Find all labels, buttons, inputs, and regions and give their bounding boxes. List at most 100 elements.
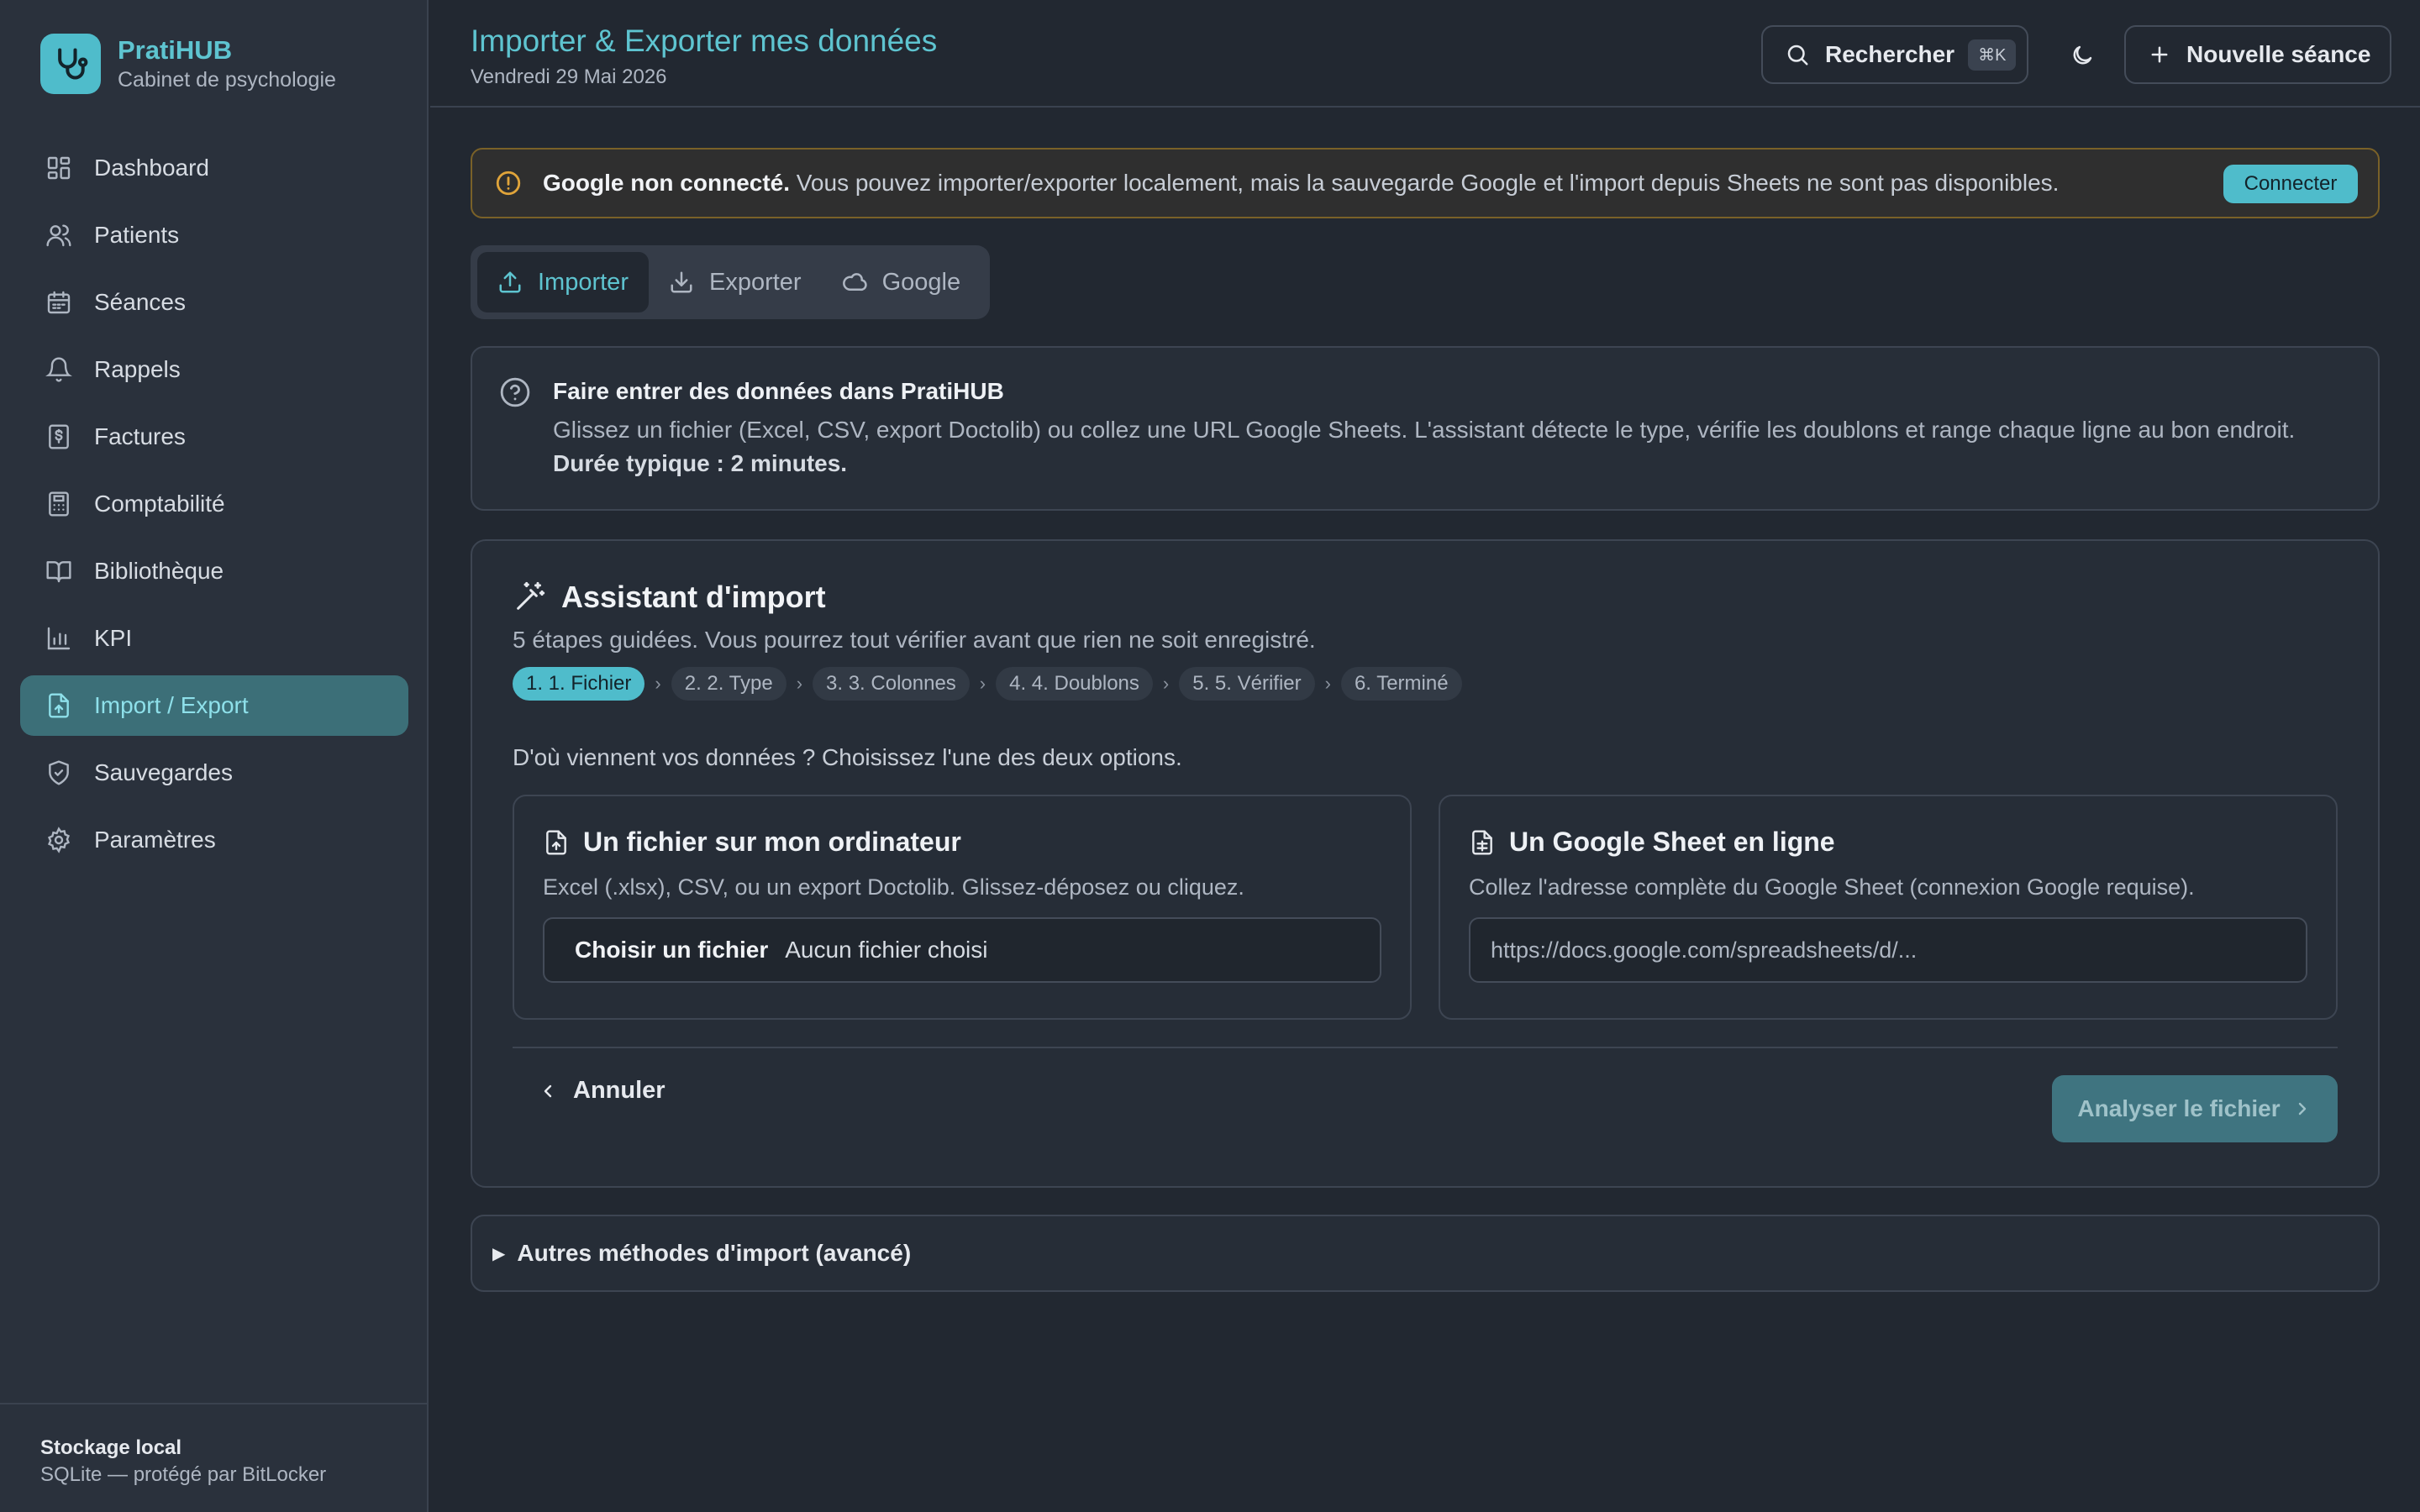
sidebar-item-factures[interactable]: Factures [20,407,408,467]
google-warning-alert: Google non connecté. Vous pouvez importe… [471,148,2380,218]
sidebar-item-label: Factures [94,423,186,449]
sidebar-item-label: Comptabilité [94,491,225,517]
source-options: Un fichier sur mon ordinateur Excel (.xl… [513,795,2338,1020]
file-source-option[interactable]: Un fichier sur mon ordinateur Excel (.xl… [513,795,1412,1020]
gear-icon [47,827,71,853]
download-icon [671,271,692,293]
info-title: Faire entrer des données dans PratiHUB [553,378,1004,404]
wizard-title-text: Assistant d'import [561,580,826,614]
theme-toggle-button[interactable] [2055,29,2109,82]
page-title: Importer & Exporter mes données [471,24,938,58]
sidebar-item-parametres[interactable]: Paramètres [20,810,408,870]
sidebar-item-sauvegardes[interactable]: Sauvegardes [20,743,408,803]
import-export-tabs: Importer Exporter Google [471,245,990,319]
search-button[interactable]: Rechercher ⌘K [1761,25,2028,84]
file-upload-icon [546,829,566,855]
step-separator: › [1162,673,1170,694]
sidebar-item-label: Patients [94,222,180,248]
brand[interactable]: PratiHUB Cabinet de psychologie [40,34,336,94]
choose-file-button[interactable]: Choisir un fichier [575,937,768,963]
brand-name: PratiHUB [118,35,233,65]
cancel-button[interactable]: Annuler [538,1077,666,1105]
step-type: 2. 2. Type [671,667,786,701]
advanced-import-toggle[interactable]: ▶ Autres méthodes d'import (avancé) [471,1215,2380,1292]
analyze-file-button[interactable]: Analyser le fichier [2052,1075,2338,1142]
connect-button[interactable]: Connecter [2223,165,2358,203]
sheet-option-desc: Collez l'adresse complète du Google Shee… [1469,874,2195,900]
file-option-desc: Excel (.xlsx), CSV, ou un export Doctoli… [543,874,1244,900]
step-doublons: 4. 4. Doublons [996,667,1153,701]
sidebar-item-dashboard[interactable]: Dashboard [20,138,408,198]
analyze-label: Analyser le fichier [2077,1095,2281,1121]
info-body: Glissez un fichier (Excel, CSV, export D… [553,413,2344,480]
step-fichier: 1. 1. Fichier [513,667,645,701]
tab-importer[interactable]: Importer [477,252,649,312]
plus-icon [2151,46,2168,63]
sidebar-item-comptabilite[interactable]: Comptabilité [20,474,408,534]
moon-icon [2073,45,2092,65]
step-colonnes: 3. 3. Colonnes [813,667,970,701]
sheet-option-title-text: Un Google Sheet en ligne [1509,827,1835,857]
sidebar-item-kpi[interactable]: KPI [20,608,408,669]
file-import-icon [49,693,69,718]
step-separator: › [979,673,986,694]
upload-icon [499,271,521,293]
search-shortcut: ⌘K [1968,39,2017,71]
step-verifier: 5. 5. Vérifier [1179,667,1315,701]
cloud-icon [842,273,867,291]
sidebar-item-label: Bibliothèque [94,558,224,584]
info-body-text: Glissez un fichier (Excel, CSV, export D… [553,417,2296,443]
alert-message: Google non connecté. Vous pouvez importe… [543,170,2059,197]
search-label: Rechercher [1825,41,1955,67]
sheet-option-title: Un Google Sheet en ligne [1469,827,2307,858]
new-session-label: Nouvelle séance [2186,41,2371,67]
sidebar: PratiHUB Cabinet de psychologie Dashboar… [0,0,429,1512]
dashboard-icon [47,156,71,180]
storage-title: Stockage local [40,1436,182,1459]
chevron-left-icon [544,1084,552,1097]
sidebar-item-import-export[interactable]: Import / Export [20,675,408,736]
sidebar-item-seances[interactable]: Séances [20,272,408,333]
sidebar-item-label: Sauvegardes [94,759,234,785]
disclosure-triangle-icon: ▶ [492,1244,506,1263]
help-circle-icon [500,377,530,407]
bar-chart-icon [47,627,71,650]
sidebar-item-label: Import / Export [94,692,249,718]
bell-icon [45,357,72,382]
sheet-source-option[interactable]: Un Google Sheet en ligne Collez l'adress… [1439,795,2338,1020]
tab-exporter[interactable]: Exporter [649,252,822,312]
sidebar-item-rappels[interactable]: Rappels [20,339,408,400]
file-option-title: Un fichier sur mon ordinateur [543,827,1381,858]
source-question: D'où viennent vos données ? Choisissez l… [513,744,1182,770]
brand-subtitle: Cabinet de psychologie [118,68,336,92]
sidebar-nav: Dashboard Patients Séances Rappels Factu… [20,138,408,877]
tab-google[interactable]: Google [822,252,981,312]
sidebar-item-label: Dashboard [94,155,209,181]
page-date: Vendredi 29 Mai 2026 [471,66,667,88]
file-chooser-input[interactable]: Choisir un fichier Aucun fichier choisi [543,917,1381,983]
step-separator: › [655,673,661,694]
wizard-actions: Annuler Analyser le fichier [513,1048,2338,1142]
step-termine: 6. Terminé [1340,667,1462,701]
alert-text: Vous pouvez importer/exporter localement… [790,170,2060,196]
storage-info: Stockage local SQLite — protégé par BitL… [0,1403,427,1512]
spreadsheet-icon [1472,829,1492,855]
file-option-title-text: Un fichier sur mon ordinateur [583,827,961,857]
alert-bold: Google non connecté. [543,170,791,196]
step-separator: › [1324,673,1331,694]
calendar-icon [47,291,71,314]
import-wizard: Assistant d'import 5 étapes guidées. Vou… [471,539,2380,1188]
storage-subtitle: SQLite — protégé par BitLocker [40,1463,327,1486]
sidebar-item-patients[interactable]: Patients [20,205,408,265]
wizard-subtitle: 5 étapes guidées. Vous pourrez tout véri… [513,627,1316,653]
magic-wand-icon [517,581,545,610]
advanced-import-label: Autres méthodes d'import (avancé) [517,1240,912,1266]
sidebar-item-label: KPI [94,625,133,651]
sidebar-item-bibliotheque[interactable]: Bibliothèque [20,541,408,601]
book-icon [46,561,71,583]
sheet-url-input[interactable] [1469,917,2307,983]
sidebar-item-label: Séances [94,289,186,315]
new-session-button[interactable]: Nouvelle séance [2124,25,2391,84]
no-file-label: Aucun fichier choisi [785,937,988,963]
sidebar-item-label: Paramètres [94,827,216,853]
